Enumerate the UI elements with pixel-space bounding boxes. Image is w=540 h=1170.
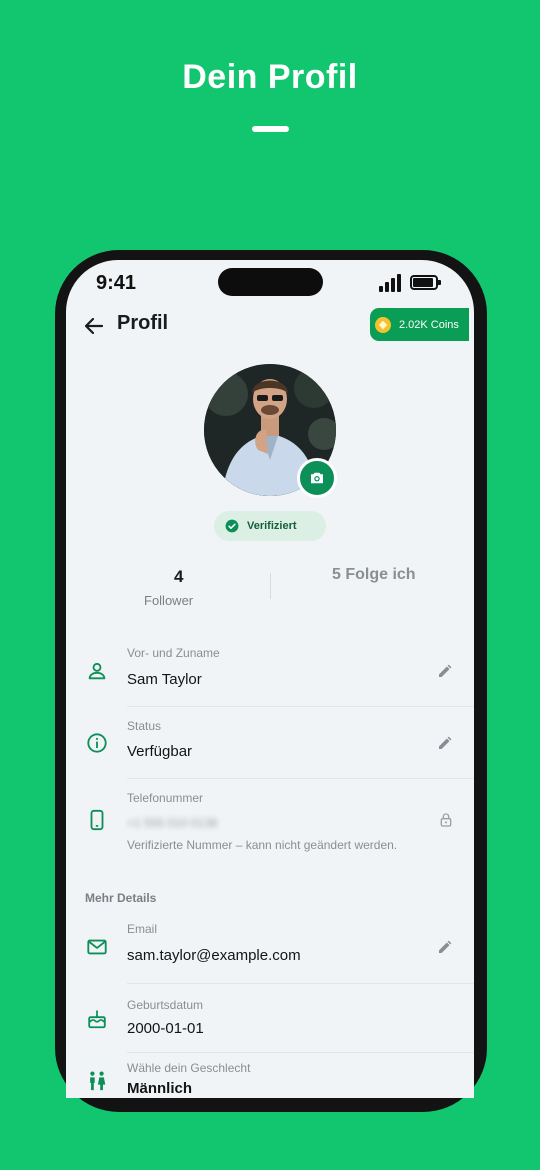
- app-bar: Profil 2.02K Coins: [66, 308, 474, 348]
- birthday-value: 2000-01-01: [127, 1020, 204, 1037]
- email-label: Email: [127, 922, 158, 936]
- cake-icon: [88, 1009, 106, 1029]
- coins-label: 2.02K Coins: [399, 318, 459, 331]
- divider: [127, 706, 474, 707]
- status-time: 9:41: [96, 272, 137, 294]
- following-count[interactable]: 5 Folge ich: [332, 566, 416, 584]
- signal-icon: [379, 274, 403, 292]
- hero-underline: [252, 126, 289, 132]
- divider: [127, 983, 474, 984]
- edit-icon[interactable]: [436, 734, 454, 752]
- arrow-left-icon[interactable]: [82, 314, 106, 338]
- battery-icon: [410, 275, 441, 290]
- mail-icon: [87, 939, 107, 955]
- lock-icon: [440, 813, 452, 827]
- dynamic-island: [218, 268, 323, 296]
- gender-value: Männlich: [127, 1080, 193, 1097]
- change-photo-button[interactable]: [297, 458, 337, 498]
- hero-title: Dein Profil: [182, 58, 358, 96]
- edit-icon[interactable]: [436, 938, 454, 956]
- followers-count[interactable]: 4: [174, 567, 183, 587]
- stats-divider: [270, 573, 271, 599]
- camera-icon: [311, 472, 323, 484]
- edit-icon[interactable]: [436, 662, 454, 680]
- phone-note: Verifizierte Nummer – kann nicht geänder…: [127, 838, 398, 852]
- check-circle-icon: [225, 519, 239, 533]
- status-value: Verfügbar: [127, 743, 193, 760]
- person-icon: [88, 662, 106, 680]
- phone-screen: 9:41 Profil 2.02K Coins Verifiziert 4 Fo…: [66, 260, 474, 1098]
- status-label: Status: [127, 719, 162, 733]
- coins-badge[interactable]: 2.02K Coins: [370, 308, 469, 341]
- email-value: sam.taylor@example.com: [127, 947, 301, 964]
- divider: [127, 1052, 474, 1053]
- coin-icon: [375, 316, 391, 333]
- gender-icon: [90, 1071, 106, 1091]
- phone-label: Telefonummer: [127, 791, 204, 805]
- phone-value: +1 555 010 0138: [127, 816, 218, 830]
- smartphone-icon: [90, 809, 104, 831]
- info-icon: [87, 733, 107, 753]
- verified-label: Verifiziert: [247, 520, 297, 532]
- birthday-label: Geburtsdatum: [127, 998, 204, 1012]
- name-value: Sam Taylor: [127, 671, 202, 688]
- verified-badge: Verifiziert: [214, 511, 326, 541]
- more-details-title: Mehr Details: [85, 891, 157, 905]
- name-label: Vor- und Zuname: [127, 646, 220, 660]
- page-title: Profil: [117, 312, 169, 334]
- divider: [127, 778, 474, 779]
- followers-label[interactable]: Follower: [144, 593, 193, 608]
- status-bar: 9:41: [66, 260, 474, 310]
- gender-label: Wähle dein Geschlecht: [127, 1061, 251, 1075]
